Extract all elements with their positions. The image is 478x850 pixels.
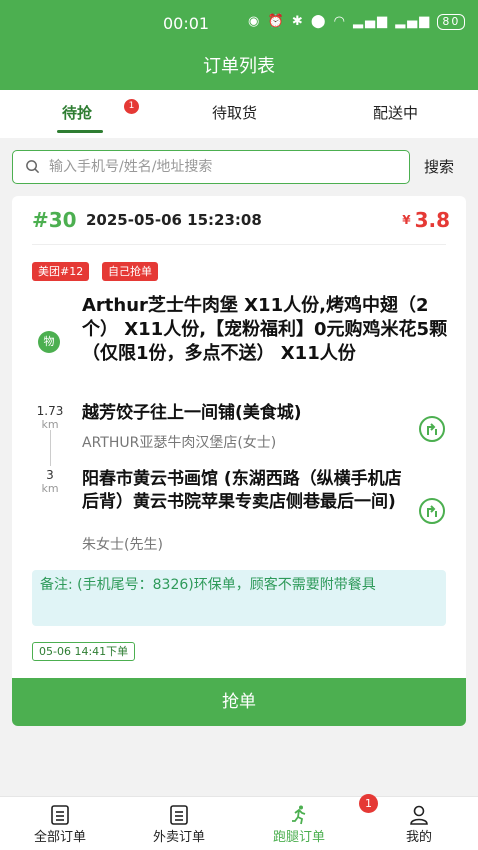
battery-icon: 80 xyxy=(437,14,466,30)
order-created-time: 2025-05-06 15:23:08 xyxy=(86,211,262,229)
tab-active-indicator xyxy=(57,130,103,133)
tab-delivering[interactable]: 配送中 xyxy=(373,102,418,123)
tab-bar: 待抢 待取货 配送中 xyxy=(0,90,478,138)
dropoff-distance: 3 km xyxy=(34,468,66,495)
self-grab-tag: 自己抢单 xyxy=(102,262,158,281)
tab-to-pickup[interactable]: 待取货 xyxy=(212,102,257,123)
search-icon xyxy=(26,160,40,174)
grab-order-button[interactable]: 抢单 xyxy=(12,678,466,726)
dropoff-contact: 朱女士(先生) xyxy=(82,537,163,553)
order-placed-time: 05-06 14:41下单 xyxy=(32,642,136,661)
search-box xyxy=(12,150,410,184)
order-number: #30 xyxy=(32,208,77,232)
location-icon: ⬤ xyxy=(310,14,328,29)
list-icon xyxy=(51,805,69,825)
pickup-distance: 1.73 km xyxy=(34,404,66,431)
eye-icon: ◉ xyxy=(248,14,262,29)
goods-icon: 物 xyxy=(38,331,60,353)
pickup-name: 越芳饺子往上一间铺(美食城) xyxy=(82,403,302,423)
wifi-icon: ◠ xyxy=(333,14,347,29)
nav-label: 全部订单 xyxy=(33,830,86,845)
navigate-icon[interactable] xyxy=(418,497,446,525)
runner-icon xyxy=(292,805,306,825)
bottom-nav: 全部订单 外卖订单 跑腿订单 我的 xyxy=(0,796,478,850)
search-input[interactable] xyxy=(49,155,399,179)
order-price: ¥3.8 xyxy=(402,208,450,232)
bluetooth-icon: ✱ xyxy=(291,14,305,29)
alarm-icon: ⏰ xyxy=(267,14,286,29)
search-button[interactable]: 搜索 xyxy=(424,156,454,177)
tab-pending-grab[interactable]: 待抢 xyxy=(62,102,92,123)
divider xyxy=(32,244,446,245)
dropoff-distance-value: 3 xyxy=(46,468,54,482)
goods-description: Arthur芝士牛肉堡 X11人份,烤鸡中翅（2个） X11人份,【宠粉福利】0… xyxy=(82,295,448,364)
nav-label: 我的 xyxy=(405,830,432,845)
tab-badge: 1 xyxy=(124,99,139,114)
user-icon xyxy=(410,805,428,825)
route-line xyxy=(50,430,51,466)
dropoff-name: 阳春市黄云书画馆 (东湖西路（纵横手机店后背）黄云书院苹果专卖店侧巷最后一间) xyxy=(82,469,402,512)
status-bar: 00:01 ◉ ⏰ ✱ ⬤ ◠ ▂▄▆ ▂▄▆ 80 xyxy=(0,0,478,48)
status-time: 00:01 xyxy=(163,14,210,33)
nav-mine[interactable]: 我的 xyxy=(369,797,469,850)
signal-icon-2: ▂▄▆ xyxy=(395,14,432,29)
signal-icon: ▂▄▆ xyxy=(353,14,390,29)
nav-all-orders[interactable]: 全部订单 xyxy=(10,797,110,850)
nav-errand-orders[interactable]: 跑腿订单 xyxy=(249,797,349,850)
pickup-distance-value: 1.73 xyxy=(36,404,64,418)
nav-badge: 1 xyxy=(359,794,378,813)
order-card[interactable]: #30 2025-05-06 15:23:08 ¥3.8 美团#12 自己抢单 … xyxy=(12,196,466,726)
nav-takeout-orders[interactable]: 外卖订单 xyxy=(129,797,229,850)
price-value: 3.8 xyxy=(414,208,450,232)
nav-label: 外卖订单 xyxy=(152,830,205,845)
list-icon xyxy=(170,805,188,825)
order-remark: 备注: (手机尾号：8326)环保单，顾客不需要附带餐具 xyxy=(32,570,446,626)
page-title: 订单列表 xyxy=(0,48,478,90)
dropoff-distance-unit: km xyxy=(41,482,59,495)
platform-tag: 美团#12 xyxy=(32,262,90,281)
navigate-icon[interactable] xyxy=(418,415,446,443)
nav-label: 跑腿订单 xyxy=(272,830,325,845)
currency-symbol: ¥ xyxy=(402,213,411,227)
pickup-shop: ARTHUR亚瑟牛肉汉堡店(女士) xyxy=(82,435,277,451)
status-icons: ◉ ⏰ ✱ ⬤ ◠ ▂▄▆ ▂▄▆ 80 xyxy=(248,14,466,30)
